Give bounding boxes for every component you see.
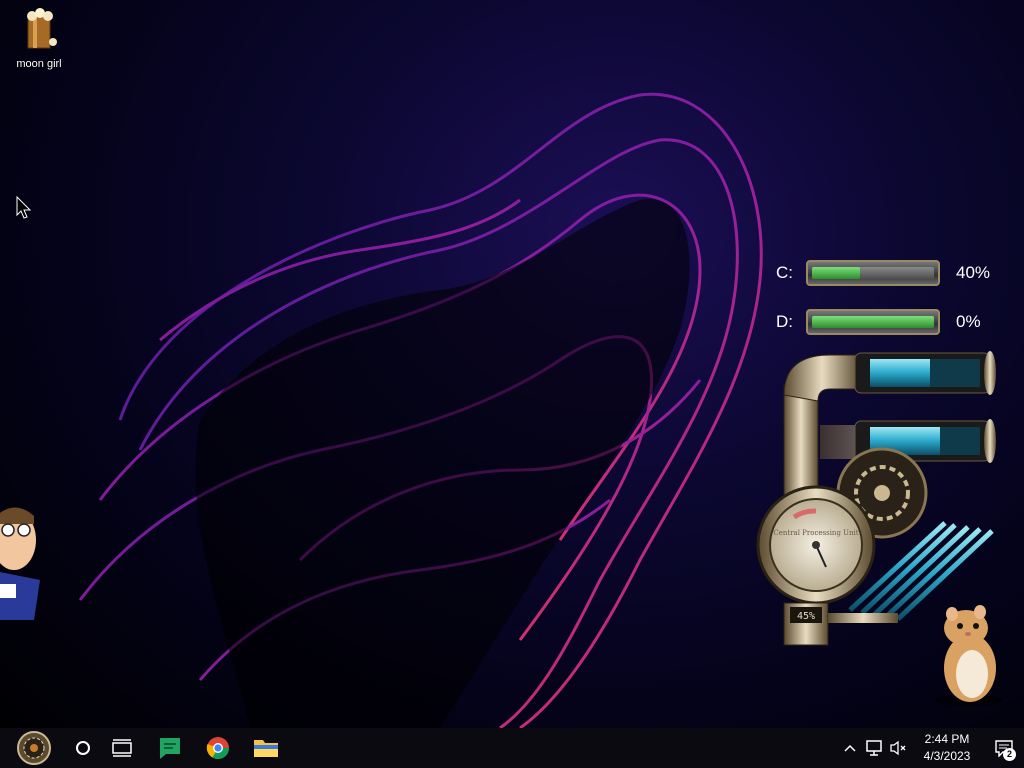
gauge-percent-readout: 45% (797, 611, 815, 622)
volume-button[interactable] (886, 728, 910, 768)
taskbar: 2:44 PM 4/3/2023 2 (0, 728, 1024, 768)
cartoon-character-widget (0, 507, 40, 620)
chevron-up-icon (844, 744, 856, 752)
show-hidden-icons-button[interactable] (838, 728, 862, 768)
drive-usage-bar (806, 309, 940, 335)
file-explorer-button[interactable] (242, 728, 290, 768)
hamster-desktop-pet[interactable] (926, 600, 1010, 710)
drive-letter: C: (776, 263, 793, 282)
clock-time: 2:44 PM (924, 732, 970, 746)
mouse-cursor-icon (16, 196, 32, 219)
clock[interactable]: 2:44 PM 4/3/2023 (916, 731, 978, 765)
steampunk-start-orb-icon (17, 731, 51, 765)
start-button[interactable] (0, 728, 68, 768)
chrome-icon (206, 737, 229, 759)
action-center-button[interactable]: 2 (984, 728, 1024, 768)
network-button[interactable] (862, 728, 886, 768)
drive-letter: D: (776, 312, 793, 331)
task-view-icon (112, 739, 132, 757)
drive-usage-bar (806, 260, 940, 286)
cortana-button[interactable] (68, 728, 98, 768)
google-chat-button[interactable] (146, 728, 194, 768)
network-icon (866, 740, 882, 756)
drive-usage-fill (812, 316, 934, 328)
drive-usage-percent: 40% (956, 263, 991, 282)
desktop-icon-label: moon girl (16, 58, 62, 70)
task-view-button[interactable] (98, 728, 146, 768)
system-tray: 2:44 PM 4/3/2023 2 (838, 728, 1024, 768)
popcorn-bucket-icon (20, 8, 58, 52)
chat-icon (160, 738, 180, 759)
circle-icon (76, 741, 90, 755)
clock-date: 4/3/2023 (923, 749, 971, 763)
gauge-face-label: Central Processing Unit (773, 529, 858, 537)
drive-usage-fill (812, 267, 860, 279)
speaker-muted-icon (890, 740, 906, 756)
folder-icon (254, 740, 278, 757)
notification-count-badge: 2 (1003, 748, 1016, 761)
chrome-button[interactable] (194, 728, 242, 768)
drive-meter-d: D: 0% (776, 307, 996, 337)
drive-usage-percent: 0% (956, 312, 981, 331)
drive-meter-c: C: 40% (776, 258, 996, 288)
desktop-icon-moon-girl[interactable]: moon girl (8, 8, 70, 70)
